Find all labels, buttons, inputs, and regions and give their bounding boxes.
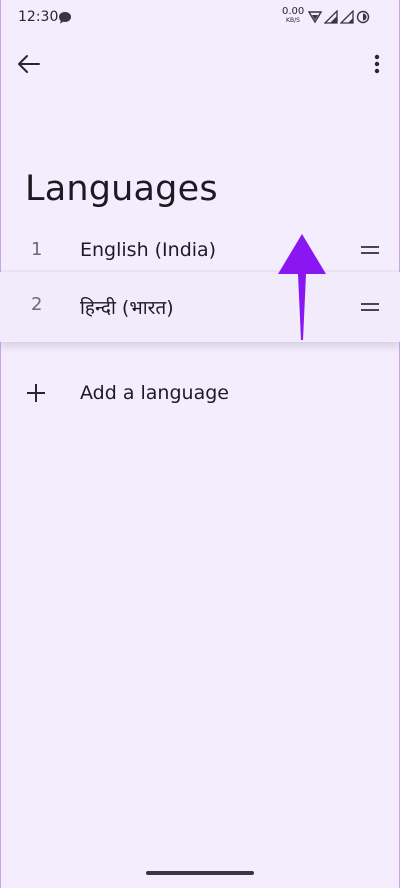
network-speed-value: 0.00 xyxy=(282,6,305,17)
screen-frame xyxy=(0,0,400,888)
battery-icon xyxy=(356,10,370,24)
network-speed-unit: KB/S xyxy=(286,17,300,24)
arrow-up-annotation-icon xyxy=(278,234,326,340)
arrow-left-icon xyxy=(18,55,40,73)
add-language-label: Add a language xyxy=(80,382,229,404)
network-speed: 0.00 KB/S xyxy=(282,7,304,24)
more-options-button[interactable] xyxy=(366,50,388,78)
add-language-button[interactable]: Add a language xyxy=(0,364,400,424)
signal-secondary-icon xyxy=(340,10,354,24)
status-bar: 12:30 0.00 KB/S xyxy=(0,0,400,36)
language-index: 1 xyxy=(31,239,43,260)
more-vert-icon xyxy=(374,54,380,74)
drag-handle-icon[interactable] xyxy=(361,246,379,256)
language-label: English (India) xyxy=(80,239,217,261)
language-index: 2 xyxy=(31,294,43,315)
plus-icon xyxy=(27,384,45,402)
status-icons xyxy=(308,10,370,24)
language-item-hindi-india[interactable]: 2 हिन्दी (भारत) xyxy=(0,272,400,342)
drag-handle-icon[interactable] xyxy=(361,303,379,313)
signal-icon xyxy=(324,10,338,24)
page-title: Languages xyxy=(25,169,218,210)
back-button[interactable] xyxy=(14,50,44,78)
language-label: हिन्दी (भारत) xyxy=(80,297,174,319)
status-time: 12:30 xyxy=(18,9,59,25)
wifi-icon xyxy=(308,11,322,24)
chat-notification-icon xyxy=(59,12,71,24)
home-indicator[interactable] xyxy=(146,871,254,875)
